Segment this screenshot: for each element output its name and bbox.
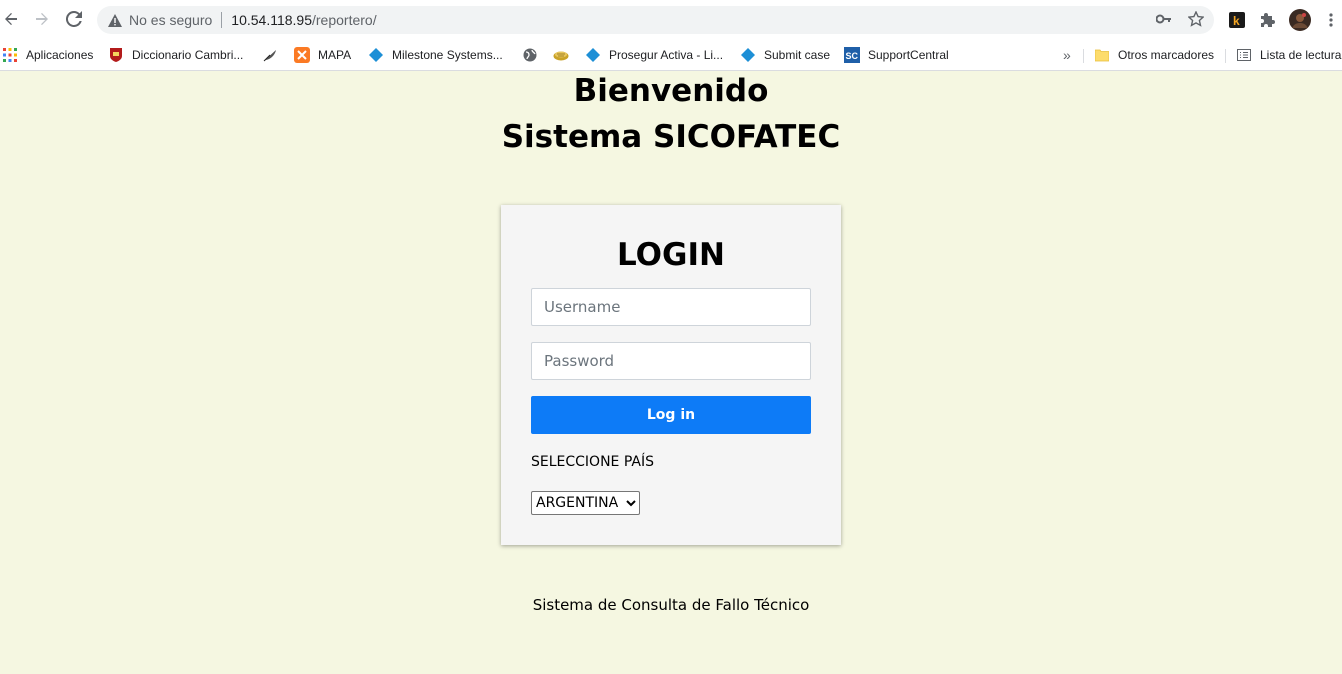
bookmark-submit-case[interactable]: Submit case [740,44,830,66]
xampp-icon [294,47,310,63]
address-bar[interactable]: No es seguro 10.54.118.95/reportero/ [97,6,1214,34]
bookmark-label: MAPA [318,48,352,62]
security-status: No es seguro [129,12,213,28]
bookmarks-overflow-chevron[interactable]: » [1063,44,1071,66]
bookmark-diccionario[interactable]: Diccionario Cambri... [108,44,243,66]
browser-toolbar: No es seguro 10.54.118.95/reportero/ k [0,0,1342,40]
support-central-icon: SC [844,47,860,63]
bookmark-supportcentral[interactable]: SC SupportCentral [844,44,949,66]
bookmark-label: Milestone Systems... [392,48,503,62]
welcome-heading: Bienvenido [573,73,769,109]
bookmark-other-folder[interactable]: Otros marcadores [1094,44,1214,66]
folder-icon [1094,47,1110,63]
bookmark-reading-list[interactable]: Lista de lectura [1236,44,1341,66]
warning-triangle-icon [107,12,123,28]
bookmark-globe[interactable] [522,44,546,66]
bookmarks-divider [1225,49,1226,63]
url-host: 10.54.118.95 [231,12,312,28]
footer-caption: Sistema de Consulta de Fallo Técnico [532,596,810,614]
diamond-icon [585,47,601,63]
bookmark-label: Submit case [764,48,831,62]
country-select[interactable]: ARGENTINA [531,491,640,515]
bookmark-label: Diccionario Cambri... [132,48,244,62]
bookmark-prosegur[interactable]: Prosegur Activa - Li... [585,44,723,66]
login-button[interactable]: Log in [531,396,811,434]
bookmark-label: Otros marcadores [1118,48,1215,62]
forward-arrow-icon[interactable] [31,8,53,30]
bookmark-label: Aplicaciones [26,48,94,62]
feather-icon [262,47,278,63]
svg-text:SC: SC [846,51,859,61]
bookmark-pie[interactable] [553,44,577,66]
puzzle-extensions-icon[interactable] [1258,10,1278,30]
country-label: SELECCIONE PAÍS [531,454,654,470]
login-card: LOGIN Log in SELECCIONE PAÍS ARGENTINA [501,205,841,545]
pie-icon [553,47,569,63]
bookmark-mapa[interactable]: MAPA [294,44,351,66]
cambridge-icon [108,47,124,63]
reload-icon[interactable] [63,8,85,30]
bookmark-label: SupportCentral [868,48,949,62]
back-arrow-icon[interactable] [0,8,22,30]
diamond-icon [740,47,756,63]
diamond-icon [368,47,384,63]
key-icon[interactable] [1155,10,1173,28]
menu-kebab-icon[interactable] [1326,10,1336,30]
bookmark-apps[interactable]: Aplicaciones [2,44,93,66]
password-input[interactable] [531,342,811,380]
svg-text:k: k [1233,14,1240,28]
reading-list-icon [1236,47,1252,63]
system-name-heading: Sistema SICOFATEC [501,119,841,155]
overflow-chevron-icon: » [1063,47,1071,63]
username-input[interactable] [531,288,811,326]
globe-icon [522,47,538,63]
login-title: LOGIN [617,237,725,273]
star-icon[interactable] [1187,10,1205,28]
url-path: /reportero/ [312,12,377,28]
profile-avatar[interactable] [1289,9,1311,31]
apps-grid-icon [2,47,18,63]
extension-k-icon[interactable]: k [1227,10,1247,30]
bookmark-label: Prosegur Activa - Li... [609,48,724,62]
bookmark-label: Lista de lectura [1260,48,1342,62]
bookmarks-divider [1083,49,1084,63]
bookmark-feather[interactable] [262,44,286,66]
bookmarks-bar: Aplicaciones Diccionario Cambri... MAPA … [0,40,1342,71]
omnibox-separator [221,12,223,28]
bookmark-milestone[interactable]: Milestone Systems... [368,44,503,66]
